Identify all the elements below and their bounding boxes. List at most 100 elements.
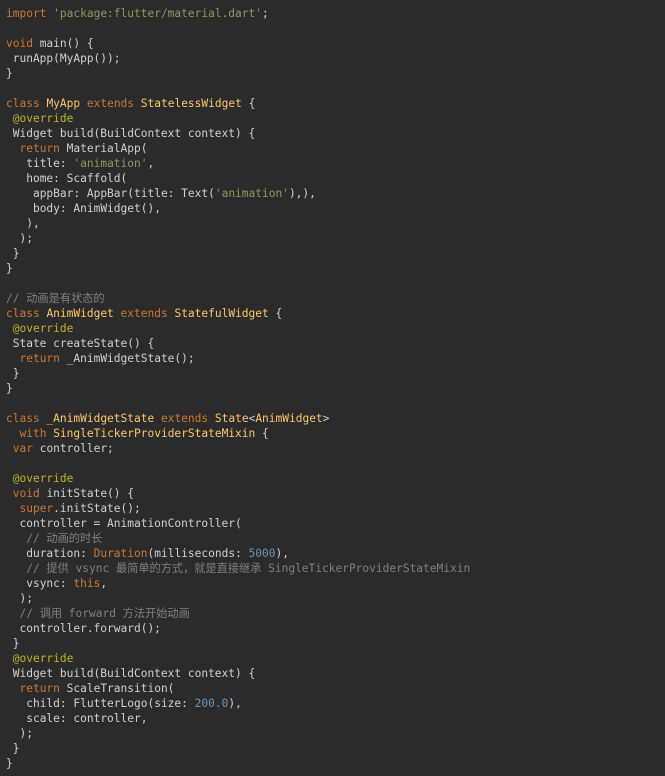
code-token: : xyxy=(59,577,74,590)
code-line: return _AnimWidgetState(); xyxy=(6,351,665,366)
parameter-token: child xyxy=(26,697,60,710)
code-line: } xyxy=(6,261,665,276)
comment-token: // 提供 vsync 最简单的方式，就是直接继承 SingleTickerPr… xyxy=(26,562,471,575)
comment-token: // 调用 forward 方法开始动画 xyxy=(19,607,190,620)
parameter-token: body xyxy=(32,202,60,215)
code-token: , xyxy=(147,157,155,170)
parameter-token: vsync xyxy=(26,577,60,590)
code-line: ​ xyxy=(6,456,665,471)
code-token: ), xyxy=(6,217,40,230)
parameter-token: size xyxy=(154,697,182,710)
code-line: ); xyxy=(6,231,665,246)
keyword-token: import xyxy=(6,7,47,20)
code-token: _AnimWidgetState(); xyxy=(59,352,195,365)
code-token: } xyxy=(6,742,20,755)
code-token: { xyxy=(241,97,256,110)
code-token: } xyxy=(6,262,13,275)
code-line: Widget build(BuildContext context) { xyxy=(6,126,665,141)
code-line: var controller; xyxy=(6,441,665,456)
type-token: Duration xyxy=(93,547,148,560)
code-token: : AnimWidget(), xyxy=(59,202,161,215)
code-line: controller.forward(); xyxy=(6,621,665,636)
code-token: , xyxy=(100,577,108,590)
code-line: return ScaleTransition( xyxy=(6,681,665,696)
code-token: : Text( xyxy=(167,187,215,200)
code-token: ),), xyxy=(288,187,316,200)
code-editor[interactable]: import 'package:flutter/material.dart';​… xyxy=(0,0,665,776)
code-line: Widget build(BuildContext context) { xyxy=(6,666,665,681)
code-token: controller.forward(); xyxy=(6,622,161,635)
code-line: class AnimWidget extends StatefulWidget … xyxy=(6,306,665,321)
parameter-token: title xyxy=(134,187,168,200)
code-token: } xyxy=(6,247,20,260)
class-name-token: State xyxy=(214,412,249,425)
comment-token: // 动画是有状态的 xyxy=(6,292,105,305)
code-line: class MyApp extends StatelessWidget { xyxy=(6,96,665,111)
keyword-token: class xyxy=(6,97,40,110)
code-line: // 提供 vsync 最简单的方式，就是直接继承 SingleTickerPr… xyxy=(6,561,665,576)
code-token: } xyxy=(6,637,20,650)
string-token: 'animation' xyxy=(73,157,148,170)
code-line: } xyxy=(6,381,665,396)
code-line: return MaterialApp( xyxy=(6,141,665,156)
code-token: State createState() { xyxy=(6,337,155,350)
string-token: 'package:flutter/material.dart' xyxy=(53,7,262,20)
code-token: > xyxy=(322,412,330,425)
code-line: } xyxy=(6,66,665,81)
code-token: ScaleTransition( xyxy=(59,682,175,695)
code-line: ), xyxy=(6,216,665,231)
code-line: } xyxy=(6,756,665,771)
code-line: super.initState(); xyxy=(6,501,665,516)
code-line: // 动画的时长 xyxy=(6,531,665,546)
code-token: : Scaffold( xyxy=(53,172,128,185)
parameter-token: scale xyxy=(26,712,60,725)
keyword-token: this xyxy=(73,577,101,590)
class-name-token: SingleTickerProviderStateMixin xyxy=(53,427,256,440)
code-token: } xyxy=(6,757,13,770)
code-line: ​ xyxy=(6,21,665,36)
code-token: ; xyxy=(261,7,269,20)
string-token: 'animation' xyxy=(214,187,289,200)
code-token: : FlutterLogo( xyxy=(59,697,155,710)
annotation-token: @override xyxy=(12,472,74,485)
keyword-token: void xyxy=(6,37,33,50)
code-line: body: AnimWidget(), xyxy=(6,201,665,216)
keyword-token: extends xyxy=(86,97,135,110)
code-token: : AppBar( xyxy=(73,187,134,200)
code-token: ); xyxy=(6,592,33,605)
class-name-token: _AnimWidgetState xyxy=(46,412,155,425)
code-line: vsync: this, xyxy=(6,576,665,591)
code-line: ​ xyxy=(6,81,665,96)
keyword-token: void xyxy=(12,487,40,500)
code-line: appBar: AppBar(title: Text('animation'),… xyxy=(6,186,665,201)
code-line: home: Scaffold( xyxy=(6,171,665,186)
code-line: ); xyxy=(6,726,665,741)
code-block[interactable]: import 'package:flutter/material.dart';​… xyxy=(6,6,665,771)
code-token: MaterialApp( xyxy=(59,142,148,155)
code-token: : xyxy=(80,547,94,560)
code-token: : xyxy=(235,547,249,560)
code-token: } xyxy=(6,382,13,395)
class-name-token: MyApp xyxy=(46,97,81,110)
code-line: ​ xyxy=(6,276,665,291)
code-line: // 调用 forward 方法开始动画 xyxy=(6,606,665,621)
code-token: } xyxy=(6,367,20,380)
annotation-token: @override xyxy=(12,652,74,665)
code-line: @override xyxy=(6,651,665,666)
code-line: class _AnimWidgetState extends State<Ani… xyxy=(6,411,665,426)
class-name-token: AnimWidget xyxy=(46,307,114,320)
code-token: } xyxy=(6,67,13,80)
